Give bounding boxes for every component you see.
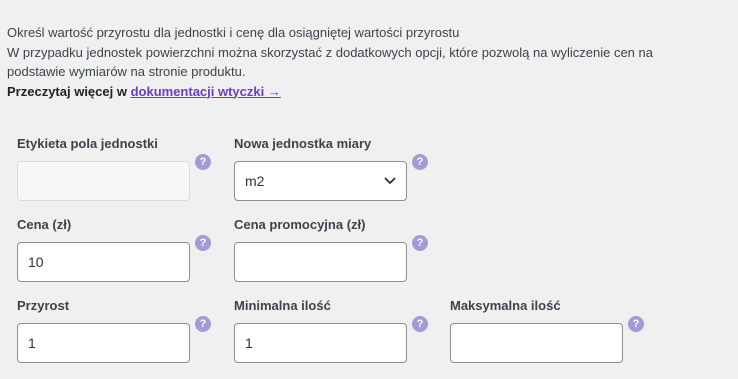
unit-label-label: Etykieta pola jednostki <box>17 136 158 151</box>
help-icon[interactable]: ? <box>412 316 428 332</box>
sale-price-input[interactable] <box>234 242 407 282</box>
new-unit-select[interactable]: m2 <box>234 161 407 201</box>
intro-text: Określ wartość przyrostu dla jednostki i… <box>7 23 707 101</box>
max-qty-input[interactable] <box>450 323 623 363</box>
new-unit-selected-value: m2 <box>245 173 265 189</box>
price-label: Cena (zł) <box>17 217 72 232</box>
help-icon[interactable]: ? <box>195 316 211 332</box>
help-icon[interactable]: ? <box>628 316 644 332</box>
max-qty-label: Maksymalna ilość <box>450 298 561 313</box>
documentation-link[interactable]: dokumentacji wtyczki → <box>131 84 281 99</box>
read-more-text: Przeczytaj więcej w <box>7 83 131 99</box>
intro-line-1: Określ wartość przyrostu dla jednostki i… <box>7 25 460 40</box>
price-input[interactable]: 10 <box>17 242 190 282</box>
min-qty-input[interactable]: 1 <box>234 323 407 363</box>
unit-label-input[interactable] <box>17 161 190 201</box>
intro-line-2: W przypadku jednostek powierzchni można … <box>7 44 653 80</box>
help-icon[interactable]: ? <box>195 235 211 251</box>
help-icon[interactable]: ? <box>412 154 428 170</box>
new-unit-label: Nowa jednostka miary <box>234 136 372 151</box>
help-icon[interactable]: ? <box>412 235 428 251</box>
help-icon[interactable]: ? <box>195 154 211 170</box>
sale-price-label: Cena promocyjna (zł) <box>234 217 366 232</box>
step-label: Przyrost <box>17 298 70 313</box>
step-input[interactable]: 1 <box>17 323 190 363</box>
chevron-down-icon <box>384 177 396 185</box>
read-more: Przeczytaj więcej w dokumentacji wtyczki… <box>7 82 707 102</box>
min-qty-label: Minimalna ilość <box>234 298 331 313</box>
